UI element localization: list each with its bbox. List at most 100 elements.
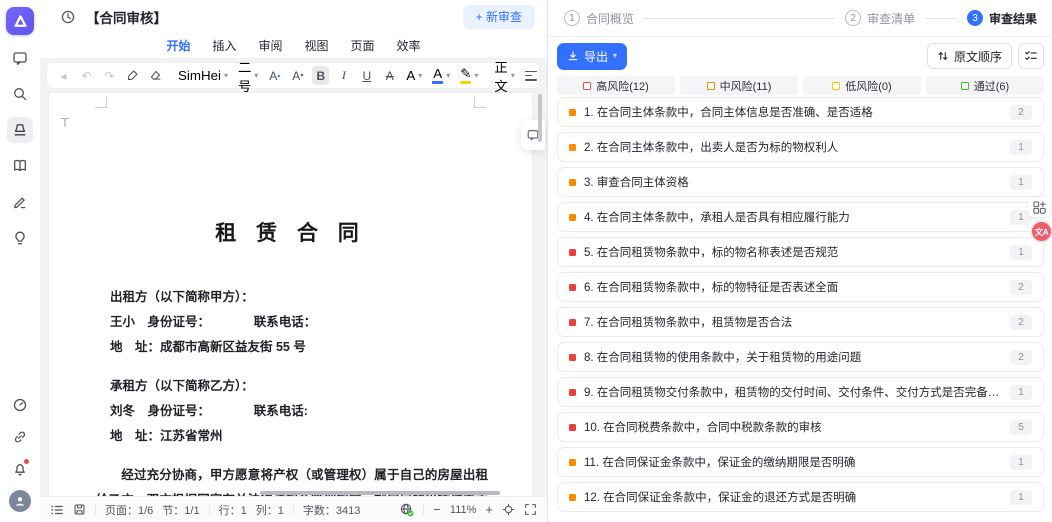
step-number: 3 — [967, 10, 983, 26]
risk-bullet — [569, 249, 576, 256]
statusbar-divider — [423, 504, 424, 515]
risk-filter-label: 低风险(0) — [845, 78, 891, 94]
eraser-icon — [149, 69, 162, 82]
zoom-out-button[interactable]: − — [433, 503, 441, 516]
app-logo[interactable] — [6, 7, 34, 35]
menu-tab[interactable]: 开始 — [165, 35, 191, 56]
review-item-text: 7. 在合同租赁物条款中，租赁物是否合法 — [584, 314, 792, 330]
menu-tab[interactable]: 效率 — [396, 35, 422, 56]
collapse-toolbar-icon[interactable]: ◂ — [55, 66, 72, 85]
review-item-card[interactable]: 1. 在合同主体条款中，合同主体信息是否准确、是否适格 2 — [557, 97, 1044, 127]
sidebar-item-dashboard[interactable] — [7, 392, 33, 418]
review-item-card[interactable]: 3. 审查合同主体资格 1 — [557, 167, 1044, 197]
risk-color-square — [832, 82, 840, 90]
save-button[interactable] — [73, 503, 86, 516]
align-left-button[interactable] — [523, 66, 540, 85]
export-button[interactable]: 导出 ▾ — [557, 43, 627, 70]
new-review-button[interactable]: + 新审查 — [463, 5, 535, 29]
review-item-card[interactable]: 8. 在合同租赁物的使用条款中，关于租赁物的用途问题 2 — [557, 342, 1044, 372]
text-effects-button[interactable]: A▾ — [404, 66, 424, 85]
review-item-text: 9. 在合同租赁物交付条款中，租赁物的交付时间、交付条件、交付方式是否完备、明确 — [584, 384, 1010, 400]
widgets-float-button[interactable] — [1028, 197, 1050, 217]
zoom-in-button[interactable]: + — [485, 503, 493, 516]
zoom-level: 111% — [450, 504, 477, 516]
outline-list-icon — [50, 503, 64, 517]
risk-filter-tab[interactable]: 通过(6) — [926, 76, 1044, 95]
step-review-results[interactable]: 3 审查结果 — [967, 10, 1037, 27]
review-item-text: 10. 在合同税费条款中，合同中税款条款的审核 — [584, 419, 822, 435]
review-item-card[interactable]: 7. 在合同租赁物条款中，租赁物是否合法 2 — [557, 307, 1044, 337]
underline-button[interactable]: U — [358, 66, 375, 85]
menu-tab[interactable]: 插入 — [211, 35, 237, 56]
redo-button[interactable]: ↷ — [101, 66, 118, 85]
sidebar-item-knowledge[interactable] — [7, 153, 33, 179]
menu-tab[interactable]: 页面 — [350, 35, 376, 56]
review-item-text: 5. 在合同租赁物条款中，标的物名称表述是否规范 — [584, 244, 838, 260]
font-color-button[interactable]: A ▾ — [430, 66, 452, 85]
step-number: 1 — [564, 10, 580, 26]
step-review-checklist[interactable]: 2 审查清单 — [845, 10, 915, 27]
doc-paragraph — [96, 449, 488, 463]
sidebar-item-link[interactable] — [7, 424, 33, 450]
font-family-select[interactable]: SimHei▾ — [176, 66, 230, 85]
vertical-scrollbar[interactable] — [538, 94, 542, 142]
format-painter-icon — [126, 69, 139, 82]
menu-tab[interactable]: 审阅 — [257, 35, 283, 56]
review-item-card[interactable]: 12. 在合同保证金条款中，保证金的退还方式是否明确 1 — [557, 482, 1044, 512]
review-item-card[interactable]: 11. 在合同保证金条款中，保证金的缴纳期限是否明确 1 — [557, 447, 1044, 477]
review-item-card[interactable]: 9. 在合同租赁物交付条款中，租赁物的交付时间、交付条件、交付方式是否完备、明确… — [557, 377, 1044, 407]
risk-filter-tab[interactable]: 中风险(11) — [680, 76, 798, 95]
chevron-down-icon: ▾ — [254, 72, 258, 80]
increase-font-button[interactable]: A▴ — [266, 66, 283, 85]
notification-dot — [24, 459, 29, 464]
issue-count-badge: 2 — [1010, 280, 1032, 295]
outline-button[interactable] — [50, 503, 64, 517]
checklist-settings-button[interactable] — [1018, 43, 1044, 69]
sidebar-item-chat[interactable] — [7, 45, 33, 71]
clear-format-button[interactable] — [147, 66, 164, 85]
risk-bullet — [569, 109, 576, 116]
sort-order-button[interactable]: 原文顺序 — [927, 43, 1012, 69]
history-button[interactable] — [60, 9, 76, 25]
sidebar-item-signature[interactable] — [7, 189, 33, 215]
review-item-card[interactable]: 6. 在合同租赁物条款中，标的物特征是否表述全面 2 — [557, 272, 1044, 302]
review-item-card[interactable]: 4. 在合同主体条款中，承租人是否具有相应履行能力 1 — [557, 202, 1044, 232]
language-check-button[interactable] — [399, 502, 414, 517]
chevron-down-icon: ▾ — [474, 72, 478, 80]
sidebar-item-notifications[interactable] — [7, 456, 33, 482]
sidebar-item-contract-review[interactable] — [7, 117, 33, 143]
risk-filter-tab[interactable]: 高风险(12) — [557, 76, 675, 95]
person-icon — [13, 494, 27, 508]
sidebar-item-search[interactable] — [7, 81, 33, 107]
fit-page-button[interactable] — [502, 503, 515, 516]
font-size-select[interactable]: 二号▾ — [236, 66, 260, 85]
chevron-down-icon: ▾ — [613, 52, 617, 60]
chevron-down-icon: ▾ — [446, 72, 450, 80]
review-item-card[interactable]: 10. 在合同税费条款中，合同中税款条款的审核 5 — [557, 412, 1044, 442]
translate-float-button[interactable]: 文A — [1030, 220, 1052, 243]
bold-button[interactable]: B — [312, 66, 329, 85]
paragraph-style-select[interactable]: 正文▾ — [492, 66, 516, 85]
step-contract-overview[interactable]: 1 合同概览 — [564, 10, 634, 27]
sidebar-item-account[interactable] — [7, 488, 33, 514]
risk-filter-tab[interactable]: 低风险(0) — [803, 76, 921, 95]
review-results-panel: 1 合同概览 2 审查清单 3 审查结果 导出 ▾ 原文顺序 — [547, 0, 1052, 522]
doc-paragraph: 地 址：江苏省常州 — [96, 424, 488, 449]
horizontal-scrollbar[interactable] — [260, 491, 500, 495]
sort-icon — [937, 50, 949, 62]
sidebar-item-tips[interactable] — [7, 225, 33, 251]
undo-button[interactable]: ↶ — [78, 66, 95, 85]
italic-button[interactable]: I — [335, 66, 352, 85]
review-item-card[interactable]: 5. 在合同租赁物条款中，标的物名称表述是否规范 1 — [557, 237, 1044, 267]
document-editor-panel: 【合同审核】 + 新审查 开始插入审阅视图页面效率 ◂ ↶ ↷ SimHei▾ — [40, 0, 547, 522]
highlight-color-button[interactable]: ✎ ▾ — [458, 66, 480, 85]
strikethrough-button[interactable]: A — [381, 66, 398, 85]
review-item-card[interactable]: 2. 在合同主体条款中，出卖人是否为标的物权利人 1 — [557, 132, 1044, 162]
word-count: 字数：3413 — [303, 502, 360, 518]
menu-tab[interactable]: 视图 — [304, 35, 330, 56]
decrease-font-button[interactable]: A▾ — [289, 66, 306, 85]
fullscreen-button[interactable] — [524, 503, 537, 516]
lightbulb-icon — [12, 230, 28, 246]
document-page[interactable]: T 租 赁 合 同 出租方（以下简称甲方）：王小 身份证号： 联系电话：地 址：… — [48, 92, 533, 497]
format-painter-button[interactable] — [124, 66, 141, 85]
